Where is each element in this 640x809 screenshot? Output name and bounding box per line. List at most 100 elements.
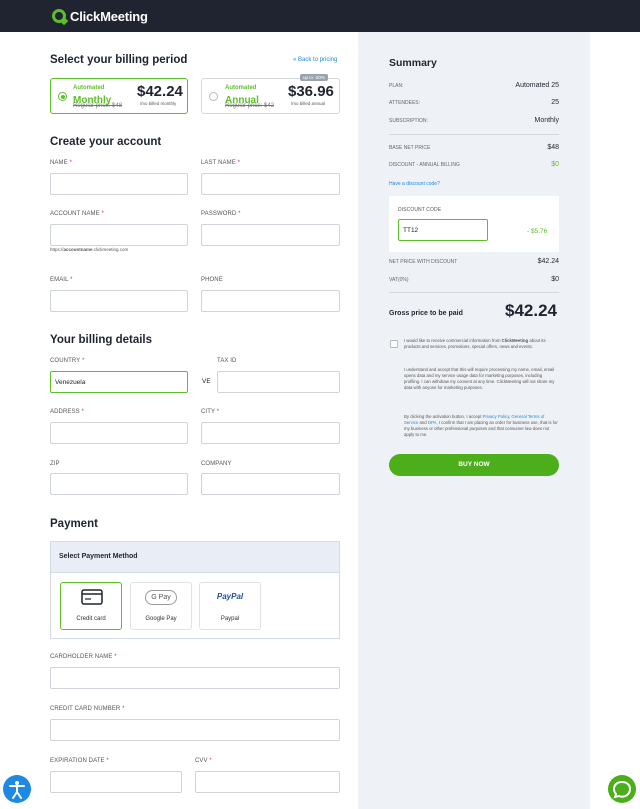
- logo-mark-icon: [52, 9, 66, 23]
- buy-now-button[interactable]: BUY NOW: [389, 454, 559, 476]
- annual-discount-badge: up to -20%: [300, 74, 328, 81]
- country-label: COUNTRY *: [50, 358, 85, 364]
- account-name-label: ACCOUNT NAME *: [50, 211, 104, 217]
- plan-annual-card[interactable]: Automated Annual Regular price: $42 $36.…: [201, 78, 340, 114]
- phone-label: PHONE: [201, 277, 223, 283]
- summary-attendees-value: 25: [551, 99, 559, 106]
- summary-subscription-row: SUBSCRIPTION: Monthly: [389, 117, 559, 128]
- summary-divider-2: [389, 292, 559, 293]
- logo[interactable]: ClickMeeting: [52, 8, 148, 24]
- password-input[interactable]: [201, 224, 340, 246]
- zip-input[interactable]: [50, 473, 188, 495]
- data-processing-text: I understand and accept that this will r…: [404, 367, 555, 390]
- name-input[interactable]: [50, 173, 188, 195]
- gross-price-value: $42.24: [505, 301, 557, 320]
- payment-title: Payment: [50, 518, 98, 530]
- create-account-title: Create your account: [50, 136, 162, 148]
- password-label: PASSWORD *: [201, 211, 241, 217]
- marketing-consent-checkbox[interactable]: [390, 340, 398, 348]
- summary-base-price-row: BASE NET PRICE $48: [389, 144, 559, 155]
- payment-google-pay-option[interactable]: G Pay Google Pay: [130, 582, 192, 630]
- marketing-consent-text: I would like to receive commercial infor…: [404, 338, 546, 349]
- discount-code-label: DISCOUNT CODE: [398, 207, 442, 213]
- city-input[interactable]: [201, 422, 340, 444]
- cardholder-label: CARDHOLDER NAME *: [50, 654, 117, 660]
- summary-discount-key: DISCOUNT - ANNUAL BILLING: [389, 162, 460, 168]
- annual-price: $36.96: [288, 83, 334, 100]
- cvv-label: CVV *: [195, 758, 212, 764]
- paypal-label: Paypal: [220, 616, 240, 622]
- expiration-label: EXPIRATION DATE *: [50, 758, 109, 764]
- phone-input[interactable]: [201, 290, 340, 312]
- annual-radio[interactable]: [209, 92, 218, 101]
- summary-subscription-value: Monthly: [534, 117, 559, 124]
- summary-base-price-value: $48: [547, 144, 559, 151]
- payment-method-box: Select Payment Method Credit card G Pay …: [50, 541, 340, 639]
- account-name-input[interactable]: [50, 224, 188, 246]
- tax-id-input[interactable]: [217, 371, 340, 393]
- cardholder-input[interactable]: [50, 667, 340, 689]
- summary-plan-key: PLAN:: [389, 83, 404, 89]
- privacy-policy-link[interactable]: Privacy Policy: [483, 414, 509, 419]
- city-label: CITY *: [201, 409, 220, 415]
- payment-method-heading: Select Payment Method: [59, 553, 138, 560]
- payment-method-header: Select Payment Method: [51, 542, 339, 573]
- monthly-radio[interactable]: [58, 92, 67, 101]
- terms-text: By clicking the activation button, I acc…: [404, 414, 558, 437]
- card-number-label: CREDIT CARD NUMBER *: [50, 706, 125, 712]
- address-input[interactable]: [50, 422, 188, 444]
- chat-button[interactable]: [608, 775, 636, 803]
- gross-price-label: Gross price to be paid: [389, 310, 463, 317]
- billing-period-title: Select your billing period: [50, 54, 188, 66]
- cvv-input[interactable]: [195, 771, 340, 793]
- annual-price-note: /mo billed annual: [291, 101, 326, 106]
- summary-plan-value: Automated 25: [515, 82, 559, 89]
- summary-base-price-key: BASE NET PRICE: [389, 145, 431, 151]
- summary-vat-row: VAT(0%) $0: [389, 276, 559, 287]
- payment-credit-card-option[interactable]: Credit card: [60, 582, 122, 630]
- summary-subscription-key: SUBSCRIPTION:: [389, 118, 428, 124]
- chat-icon: [612, 780, 632, 799]
- billing-details-title: Your billing details: [50, 334, 153, 346]
- card-number-input[interactable]: [50, 719, 340, 741]
- accessibility-icon: [9, 781, 25, 799]
- summary-vat-key: VAT(0%): [389, 277, 409, 283]
- discount-code-amount: - $5.76: [527, 228, 548, 235]
- google-pay-logo-icon: G Pay: [145, 590, 177, 605]
- company-input[interactable]: [201, 473, 340, 495]
- summary-plan-row: PLAN: Automated 25: [389, 82, 559, 93]
- summary-net-price-row: NET PRICE WITH DISCOUNT $42.24: [389, 258, 559, 269]
- expiration-input[interactable]: [50, 771, 182, 793]
- summary-attendees-key: ATTENDEES:: [389, 100, 421, 106]
- back-to-pricing-link[interactable]: « Back to pricing: [293, 57, 337, 63]
- plan-monthly-card[interactable]: Automated Monthly Regular price: $48 $42…: [50, 78, 188, 114]
- summary-vat-value: $0: [551, 276, 559, 283]
- email-input[interactable]: [50, 290, 188, 312]
- country-select[interactable]: Venezuela: [50, 371, 188, 393]
- monthly-plan-name: Automated: [73, 85, 105, 91]
- credit-card-icon: [81, 589, 103, 605]
- last-name-input[interactable]: [201, 173, 340, 195]
- google-pay-label: Google Pay: [145, 616, 177, 622]
- summary-attendees-row: ATTENDEES: 25: [389, 99, 559, 110]
- account-url-hint: https://accountname.clickmeeting.com: [50, 247, 129, 252]
- monthly-price: $42.24: [137, 83, 183, 100]
- tax-id-prefix: VE: [202, 378, 211, 385]
- brand-name: ClickMeeting: [70, 8, 148, 24]
- name-label: NAME *: [50, 160, 72, 166]
- accessibility-button[interactable]: [3, 775, 31, 803]
- discount-code-value: TT12: [403, 227, 419, 234]
- credit-card-label: Credit card: [76, 616, 106, 622]
- summary-net-price-key: NET PRICE WITH DISCOUNT: [389, 259, 458, 265]
- discount-code-link[interactable]: Have a discount code?: [389, 181, 440, 187]
- annual-regular-price: Regular price: $42: [225, 103, 275, 109]
- summary-discount-row: DISCOUNT - ANNUAL BILLING $0: [389, 161, 559, 172]
- summary-net-price-value: $42.24: [537, 258, 559, 265]
- zip-label: ZIP: [50, 461, 60, 467]
- monthly-regular-price: Regular price: $48: [73, 103, 123, 109]
- country-value: Venezuela: [55, 379, 86, 386]
- payment-paypal-option[interactable]: PayPal Paypal: [199, 582, 261, 630]
- discount-code-box: DISCOUNT CODE TT12 - $5.76: [389, 196, 559, 252]
- discount-code-input[interactable]: TT12: [398, 219, 488, 241]
- top-bar: ClickMeeting: [0, 0, 640, 32]
